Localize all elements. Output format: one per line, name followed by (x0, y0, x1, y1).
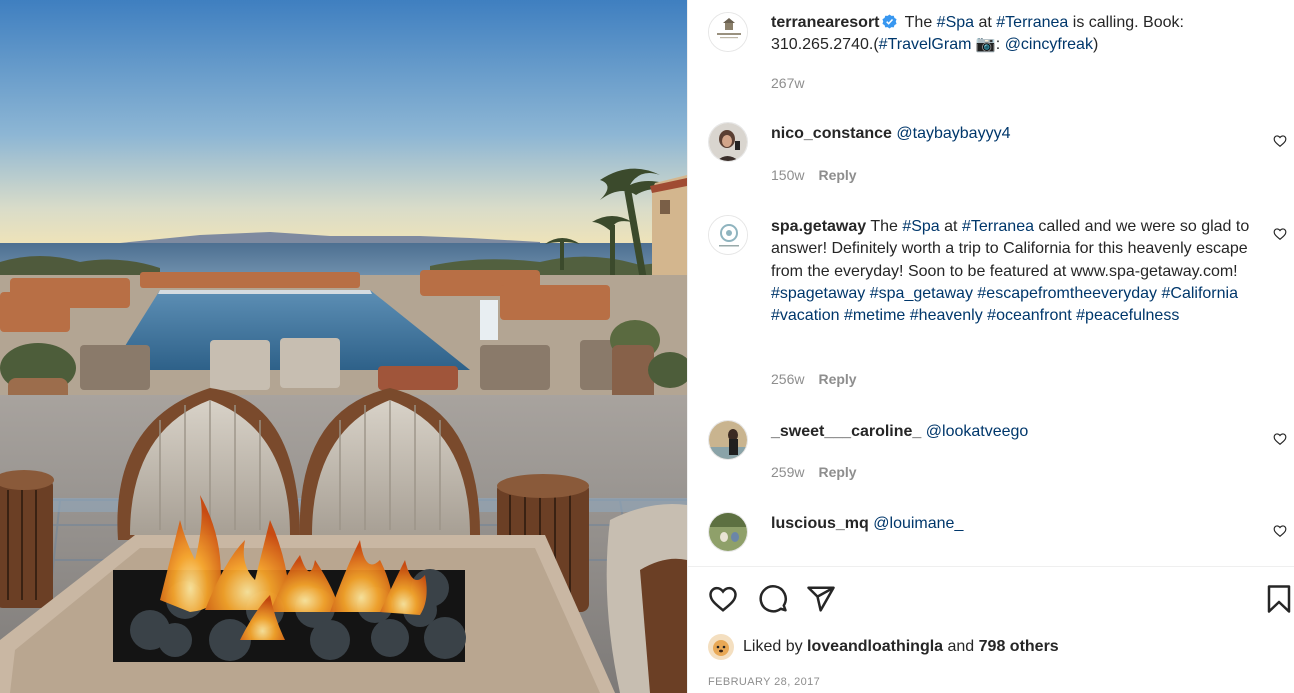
avatar-photo-icon (709, 513, 747, 551)
caption-meta: 267w (771, 75, 804, 91)
comment-text: spa.getaway The #Spa at #Terranea called… (771, 216, 1271, 327)
caption-segment: at (974, 14, 997, 31)
hashtag-link[interactable]: #Spa (937, 14, 974, 31)
comment-timestamp[interactable]: 259w (771, 464, 804, 480)
mention-link[interactable]: @louimane_ (873, 515, 963, 532)
comment-text: luscious_mq @louimane_ (771, 513, 1271, 535)
comment-text: nico_constance @taybaybayyy4 (771, 123, 1271, 145)
mention-link[interactable]: @taybaybayyy4 (896, 125, 1010, 142)
heart-icon[interactable] (708, 584, 738, 614)
hashtag-link[interactable]: #Terranea (962, 218, 1034, 235)
verified-badge-icon (881, 14, 897, 29)
hashtag-link[interactable]: #vacation (771, 307, 840, 324)
comments-section: terranearesort The #Spa at #Terranea is … (688, 0, 1294, 566)
paper-plane-icon[interactable] (806, 584, 836, 614)
hashtag-link[interactable]: #metime (844, 307, 905, 324)
commenter-avatar[interactable] (708, 122, 748, 162)
liker-username[interactable]: loveandloathingla (807, 638, 943, 656)
avatar-photo-icon (709, 123, 747, 161)
commenter-username[interactable]: _sweet___caroline_ (771, 423, 921, 440)
comment-meta: 150w Reply (771, 167, 857, 183)
hashtag-link[interactable]: #spagetaway (771, 285, 865, 302)
comment-timestamp[interactable]: 150w (771, 167, 804, 183)
liker-avatar[interactable] (708, 634, 734, 660)
post-photo[interactable] (0, 0, 687, 693)
comment-meta: 256w Reply (771, 371, 857, 387)
mention-link[interactable]: @cincyfreak (1005, 36, 1093, 53)
small-heart-icon[interactable] (1273, 524, 1287, 538)
resort-pool-firepit-image (0, 0, 687, 693)
commenter-username[interactable]: luscious_mq (771, 515, 869, 532)
hashtag-link[interactable]: #spa_getaway (870, 285, 973, 302)
commenter-username[interactable]: spa.getaway (771, 218, 866, 235)
post-actions: Liked by loveandloathingla and 798 other… (688, 566, 1294, 693)
hashtag-link[interactable]: #peacefulness (1076, 307, 1179, 324)
author-username[interactable]: terranearesort (771, 14, 880, 31)
likes-and: and (943, 638, 979, 655)
spa-logo-icon (709, 216, 747, 254)
hashtag-link[interactable]: #Terranea (996, 14, 1068, 31)
commenter-username[interactable]: nico_constance (771, 125, 892, 142)
hashtag-link[interactable]: #California (1162, 285, 1238, 302)
comment-segment: at (939, 218, 962, 235)
reply-button[interactable]: Reply (818, 464, 856, 480)
dog-avatar-icon (708, 634, 734, 660)
caption-segment: 📷: (971, 36, 1005, 54)
comment-text: _sweet___caroline_ @lookatveego (771, 421, 1271, 443)
comment-segment: The (866, 218, 903, 235)
caption-segment: The (900, 14, 937, 31)
post-date[interactable]: FEBRUARY 28, 2017 (708, 676, 820, 688)
post-details-panel: terranearesort The #Spa at #Terranea is … (687, 0, 1294, 693)
hashtag-link[interactable]: #TravelGram (879, 36, 972, 53)
avatar-photo-icon (709, 421, 747, 459)
commenter-avatar[interactable] (708, 420, 748, 460)
hashtag-link[interactable]: #oceanfront (987, 307, 1072, 324)
comment-timestamp[interactable]: 256w (771, 371, 804, 387)
likes-prefix: Liked by (743, 638, 808, 655)
mention-link[interactable]: @lookatveego (926, 423, 1029, 440)
small-heart-icon[interactable] (1273, 432, 1287, 446)
commenter-avatar[interactable] (708, 215, 748, 255)
author-avatar[interactable] (708, 12, 748, 52)
terranea-logo-icon (709, 13, 747, 51)
caption-text: terranearesort The #Spa at #Terranea is … (771, 12, 1271, 57)
comment-icon[interactable] (758, 584, 788, 614)
likes-summary: Liked by loveandloathingla and 798 other… (708, 634, 1059, 660)
likes-others-link[interactable]: 798 others (979, 638, 1059, 656)
reply-button[interactable]: Reply (818, 371, 856, 387)
caption-segment: ) (1092, 36, 1099, 54)
commenter-avatar[interactable] (708, 512, 748, 552)
reply-button[interactable]: Reply (818, 167, 856, 183)
bookmark-icon[interactable] (1264, 584, 1294, 614)
small-heart-icon[interactable] (1273, 227, 1287, 241)
hashtag-link[interactable]: #escapefromtheeveryday (977, 285, 1157, 302)
hashtag-link[interactable]: #Spa (902, 218, 939, 235)
caption-timestamp[interactable]: 267w (771, 75, 804, 91)
comment-meta: 259w Reply (771, 464, 857, 480)
hashtag-link[interactable]: #heavenly (910, 307, 983, 324)
small-heart-icon[interactable] (1273, 134, 1287, 148)
